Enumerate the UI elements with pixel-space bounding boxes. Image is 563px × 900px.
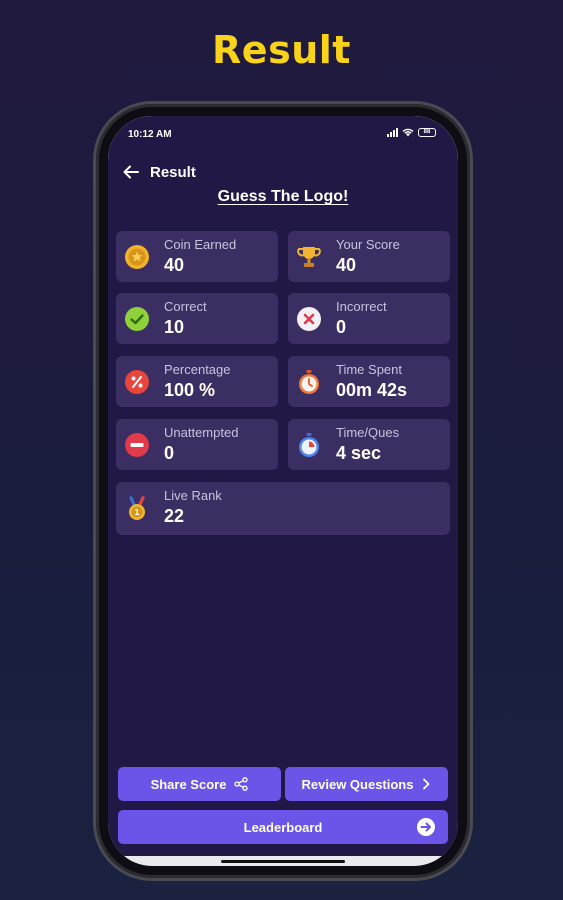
leaderboard-button[interactable]: Leaderboard: [118, 810, 448, 844]
check-circle-icon: [125, 307, 149, 331]
stat-label: Correct: [164, 299, 207, 314]
stat-label: Percentage: [164, 362, 231, 377]
app-bar: Result: [122, 162, 196, 182]
stat-card-your-score: Your Score 40: [288, 231, 450, 282]
svg-text:1: 1: [134, 508, 140, 517]
stat-card-time-spent: Time Spent 00m 42s: [288, 356, 450, 407]
phone-screen-bezel: 10:12 AM 88 Result Guess The Logo! Coin …: [108, 116, 458, 866]
appbar-title: Result: [150, 163, 196, 181]
quiz-title: Guess The Logo!: [217, 188, 349, 205]
signal-icon: [387, 128, 398, 137]
status-bar: 10:12 AM 88: [108, 126, 458, 146]
medal-icon: 1: [129, 496, 145, 520]
stat-card-correct: Correct 10: [116, 293, 278, 344]
stopwatch-icon: [299, 370, 319, 394]
share-score-button[interactable]: Share Score: [118, 767, 281, 801]
home-indicator[interactable]: [221, 860, 345, 863]
battery-level: 88: [423, 129, 431, 135]
leaderboard-label: Leaderboard: [243, 819, 323, 835]
stat-label: Coin Earned: [164, 237, 237, 252]
battery-icon: 88: [418, 128, 436, 137]
stat-value: 4 sec: [336, 443, 382, 463]
status-icons: 88: [387, 128, 436, 137]
minus-circle-icon: [125, 433, 149, 457]
stat-label: Your Score: [336, 237, 400, 252]
stat-card-percentage: Percentage 100 %: [116, 356, 278, 407]
stat-card-coin-earned: Coin Earned 40: [116, 231, 278, 282]
stat-value: 40: [164, 255, 185, 275]
wifi-icon: [402, 128, 414, 137]
review-questions-button[interactable]: Review Questions: [285, 767, 448, 801]
stat-value: 100 %: [164, 380, 216, 400]
status-time: 10:12 AM: [128, 129, 172, 140]
stat-label: Incorrect: [336, 299, 387, 314]
share-score-label: Share Score: [150, 776, 227, 792]
phone-frame: 10:12 AM 88 Result Guess The Logo! Coin …: [96, 104, 470, 878]
stat-card-time-per-question: Time/Ques 4 sec: [288, 419, 450, 470]
stat-label: Live Rank: [164, 488, 222, 503]
cross-circle-icon: [297, 307, 321, 331]
share-icon: [234, 777, 249, 791]
stat-card-live-rank: 1 Live Rank 22: [116, 482, 450, 535]
app-screen: 10:12 AM 88 Result Guess The Logo! Coin …: [108, 116, 458, 856]
stat-label: Time/Ques: [336, 425, 400, 440]
stat-label: Time Spent: [336, 362, 402, 377]
coin-icon: [125, 245, 149, 269]
stat-value: 0: [164, 443, 175, 463]
arrow-left-icon[interactable]: [122, 163, 140, 181]
stat-value: 10: [164, 317, 185, 337]
chevron-right-icon: [423, 778, 430, 790]
trophy-icon: [297, 247, 321, 267]
stat-value: 0: [336, 317, 347, 337]
stat-label: Unattempted: [164, 425, 239, 440]
stat-value: 22: [164, 506, 185, 526]
stat-value: 00m 42s: [336, 380, 408, 400]
percent-icon: [125, 370, 149, 394]
stat-card-unattempted: Unattempted 0: [116, 419, 278, 470]
arrow-right-circle-icon: [417, 818, 435, 836]
timer-icon: [299, 433, 319, 457]
page-headline: Result: [212, 28, 351, 72]
review-questions-label: Review Questions: [301, 776, 414, 792]
stat-value: 40: [336, 255, 357, 275]
stat-card-incorrect: Incorrect 0: [288, 293, 450, 344]
